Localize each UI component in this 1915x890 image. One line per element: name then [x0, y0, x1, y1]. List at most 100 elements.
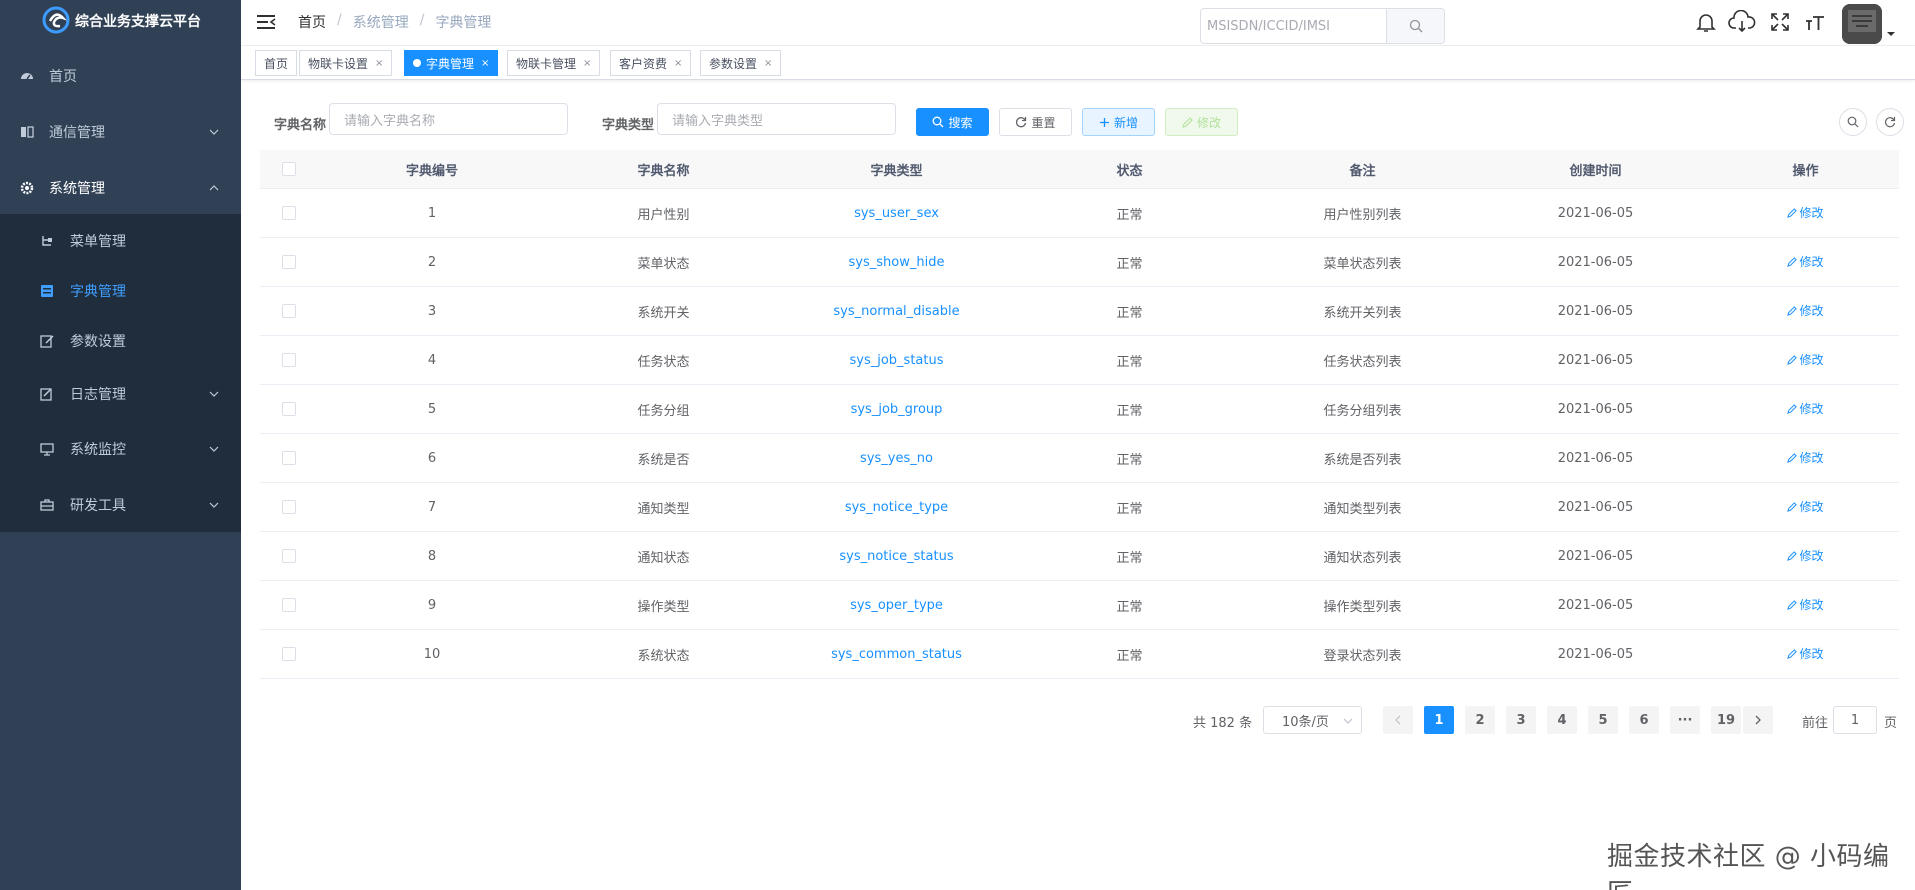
page-button[interactable]: 5	[1588, 706, 1618, 734]
cell-dict-name: 任务状态	[637, 354, 690, 370]
sidebar-item-home[interactable]: 首页	[0, 48, 241, 104]
close-icon[interactable]: ×	[375, 58, 383, 69]
row-edit-link[interactable]: 修改	[1787, 204, 1824, 221]
cell-dict-type-link[interactable]: sys_show_hide	[780, 255, 1013, 270]
row-edit-link[interactable]: 修改	[1787, 645, 1824, 662]
sidebar-item-menu-management[interactable]: 菜单管理	[0, 216, 241, 266]
reset-button[interactable]: 重置	[999, 108, 1072, 136]
page-button[interactable]: 1	[1424, 706, 1454, 734]
add-button[interactable]: 新增	[1082, 108, 1155, 136]
sidebar-item-params[interactable]: 参数设置	[0, 316, 241, 366]
row-checkbox[interactable]	[281, 500, 296, 514]
cell-dict-type-link[interactable]: sys_user_sex	[780, 206, 1013, 221]
row-edit-link[interactable]: 修改	[1787, 302, 1824, 319]
cell-dict-id: 8	[427, 548, 437, 564]
row-checkbox[interactable]	[281, 206, 296, 220]
row-checkbox[interactable]	[281, 255, 296, 269]
cell-dict-type-link[interactable]: sys_job_status	[780, 353, 1013, 368]
cell-dict-name: 系统开关	[637, 305, 690, 321]
page-button[interactable]: 4	[1547, 706, 1577, 734]
goto-page-input[interactable]: 1	[1833, 706, 1877, 734]
row-checkbox[interactable]	[281, 451, 296, 465]
cell-remark: 菜单状态列表	[1323, 256, 1402, 272]
cell-dict-type-link[interactable]: sys_yes_no	[780, 451, 1013, 466]
close-icon[interactable]: ×	[764, 58, 772, 69]
close-icon[interactable]: ×	[481, 58, 489, 69]
page-ellipsis[interactable]: ···	[1670, 706, 1700, 734]
row-edit-link[interactable]: 修改	[1787, 400, 1824, 417]
global-search-button[interactable]	[1386, 9, 1444, 43]
prev-page-button[interactable]	[1383, 706, 1413, 734]
select-all-checkbox[interactable]	[281, 162, 296, 176]
sidebar-item-monitor[interactable]: 系统监控	[0, 424, 241, 474]
row-checkbox[interactable]	[281, 598, 296, 612]
next-page-button[interactable]	[1743, 706, 1773, 734]
row-select-cell	[260, 451, 317, 465]
row-checkbox[interactable]	[281, 353, 296, 367]
search-button[interactable]: 搜索	[916, 108, 989, 136]
cell-dict-type-link[interactable]: sys_notice_status	[780, 549, 1013, 564]
breadcrumb-item[interactable]: 首页	[298, 12, 326, 32]
sidebar-item-dict-management[interactable]: 字典管理	[0, 266, 241, 316]
bell-icon[interactable]	[1692, 8, 1720, 36]
tag-iot-card-management[interactable]: 物联卡管理 ×	[507, 50, 601, 76]
cell-status: 正常	[1116, 599, 1143, 615]
breadcrumb-separator: /	[337, 12, 342, 28]
edit-button[interactable]: 修改	[1165, 108, 1238, 136]
row-edit-link[interactable]: 修改	[1787, 498, 1824, 515]
row-edit-link[interactable]: 修改	[1787, 596, 1824, 613]
cell-dict-type-link[interactable]: sys_oper_type	[780, 598, 1013, 613]
sidebar-item-label: 研发工具	[70, 498, 126, 514]
breadcrumb-item: 字典管理	[435, 15, 492, 31]
row-select-cell	[260, 402, 317, 416]
active-dot-icon	[413, 59, 421, 67]
row-edit-link[interactable]: 修改	[1787, 351, 1824, 368]
tag-iot-card-settings[interactable]: 物联卡设置 ×	[299, 50, 393, 76]
sidebar-item-communication[interactable]: 通信管理	[0, 104, 241, 160]
sidebar-item-system[interactable]: 系统管理	[0, 160, 241, 216]
sidebar-item-logs[interactable]: 日志管理	[0, 369, 241, 419]
cell-dict-type-link[interactable]: sys_common_status	[780, 647, 1013, 662]
dashboard-icon	[21, 73, 33, 80]
global-search-input[interactable]	[1201, 9, 1387, 43]
dict-type-input[interactable]: 请输入字典类型	[657, 103, 896, 135]
toggle-search-button[interactable]	[1839, 108, 1867, 136]
cell-created-time: 2021-06-05	[1557, 450, 1634, 466]
tag-dict-management[interactable]: 字典管理 ×	[404, 50, 499, 76]
page-size-select[interactable]: 10条/页	[1263, 706, 1362, 734]
refresh-table-button[interactable]	[1876, 108, 1904, 136]
tag-customer-tariff[interactable]: 客户资费 ×	[610, 50, 692, 76]
fullscreen-icon[interactable]	[1766, 8, 1794, 36]
edit-icon	[1787, 501, 1798, 512]
dict-name-input[interactable]: 请输入字典名称	[329, 103, 568, 135]
cell-remark: 通知状态列表	[1323, 550, 1402, 566]
close-icon[interactable]: ×	[583, 58, 591, 69]
avatar[interactable]	[1842, 4, 1882, 44]
app-logo[interactable]: 综合业务支撑云平台	[0, 0, 241, 42]
cell-remark: 用户性别列表	[1323, 207, 1402, 223]
row-checkbox[interactable]	[281, 549, 296, 563]
hamburger-icon[interactable]	[256, 13, 276, 31]
page-button[interactable]: 6	[1629, 706, 1659, 734]
close-icon[interactable]: ×	[674, 58, 682, 69]
caret-down-icon[interactable]	[1887, 30, 1895, 38]
sidebar-item-devtools[interactable]: 研发工具	[0, 480, 241, 530]
row-checkbox[interactable]	[281, 304, 296, 318]
row-checkbox[interactable]	[281, 402, 296, 416]
tag-params[interactable]: 参数设置 ×	[700, 50, 782, 76]
row-edit-link[interactable]: 修改	[1787, 547, 1824, 564]
row-checkbox[interactable]	[281, 647, 296, 661]
page-button[interactable]: 3	[1506, 706, 1536, 734]
page-button[interactable]: 2	[1465, 706, 1495, 734]
row-edit-link[interactable]: 修改	[1787, 449, 1824, 466]
cell-dict-type-link[interactable]: sys_normal_disable	[780, 304, 1013, 319]
cloud-download-icon[interactable]	[1728, 8, 1756, 36]
page-button[interactable]: 19	[1711, 706, 1741, 734]
tag-home[interactable]: 首页	[255, 50, 298, 76]
cell-dict-type-link[interactable]: sys_notice_type	[780, 500, 1013, 515]
cell-dict-type-link[interactable]: sys_job_group	[780, 402, 1013, 417]
font-size-icon[interactable]	[1801, 8, 1829, 36]
row-edit-link[interactable]: 修改	[1787, 253, 1824, 270]
edit-icon	[1787, 256, 1798, 267]
breadcrumb: 首页 / 系统管理 / 字典管理	[298, 12, 491, 32]
